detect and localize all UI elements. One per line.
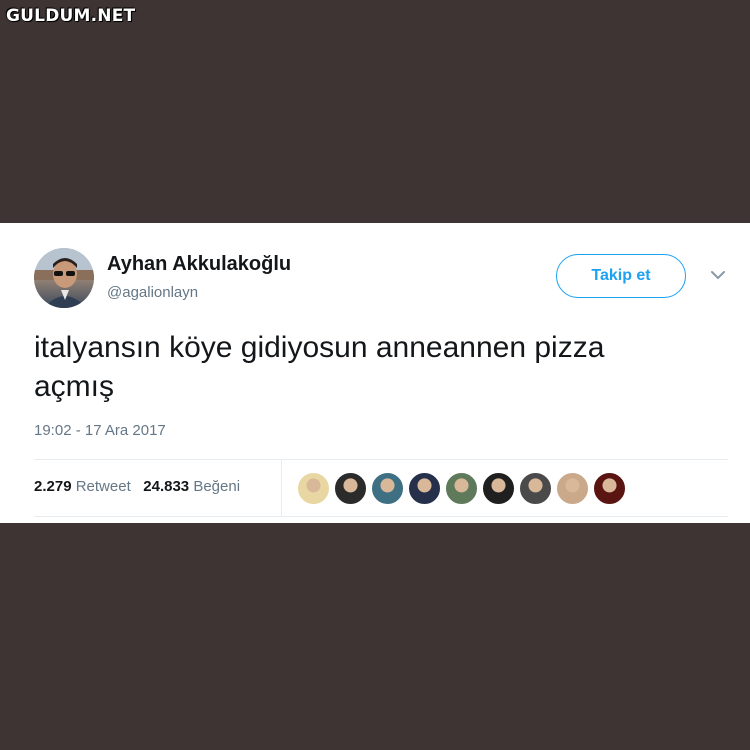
liker-avatar[interactable] (371, 472, 404, 505)
retweet-stat[interactable]: 2.279 Retweet (34, 478, 131, 495)
like-stat[interactable]: 24.833 Beğeni (143, 478, 240, 495)
liker-avatar[interactable] (297, 472, 330, 505)
tweet-text-line: italyansın köye gidiyosun anneannen pizz… (34, 331, 605, 364)
tweet-text: italyansın köye gidiyosun anneannen pizz… (34, 328, 714, 406)
stats-vertical-divider (281, 460, 282, 516)
site-watermark: GULDUM.NET (6, 6, 136, 26)
follow-button[interactable]: Takip et (556, 254, 686, 298)
liker-avatar[interactable] (593, 472, 626, 505)
tweet-timestamp[interactable]: 19:02 - 17 Ara 2017 (34, 422, 166, 439)
author-handle[interactable]: @agalionlayn (107, 284, 198, 301)
liker-avatar[interactable] (334, 472, 367, 505)
tweet-text-line: açmış (34, 370, 115, 403)
liker-avatar[interactable] (482, 472, 515, 505)
stats-divider-top (34, 459, 728, 460)
chevron-down-icon[interactable] (708, 268, 728, 282)
stats-divider-bottom (34, 516, 728, 517)
liker-avatar[interactable] (408, 472, 441, 505)
liker-avatar[interactable] (519, 472, 552, 505)
liker-avatars (297, 472, 626, 505)
author-name[interactable]: Ayhan Akkulakoğlu (107, 253, 291, 276)
like-label: Beğeni (193, 478, 241, 495)
tweet-stats: 2.279 Retweet 24.833 Beğeni (34, 478, 240, 495)
retweet-label: Retweet (75, 478, 131, 495)
retweet-count: 2.279 (34, 478, 72, 495)
avatar-image (34, 248, 94, 308)
liker-avatar[interactable] (445, 472, 478, 505)
like-count: 24.833 (143, 478, 190, 495)
author-avatar[interactable] (34, 248, 94, 308)
liker-avatar[interactable] (556, 472, 589, 505)
